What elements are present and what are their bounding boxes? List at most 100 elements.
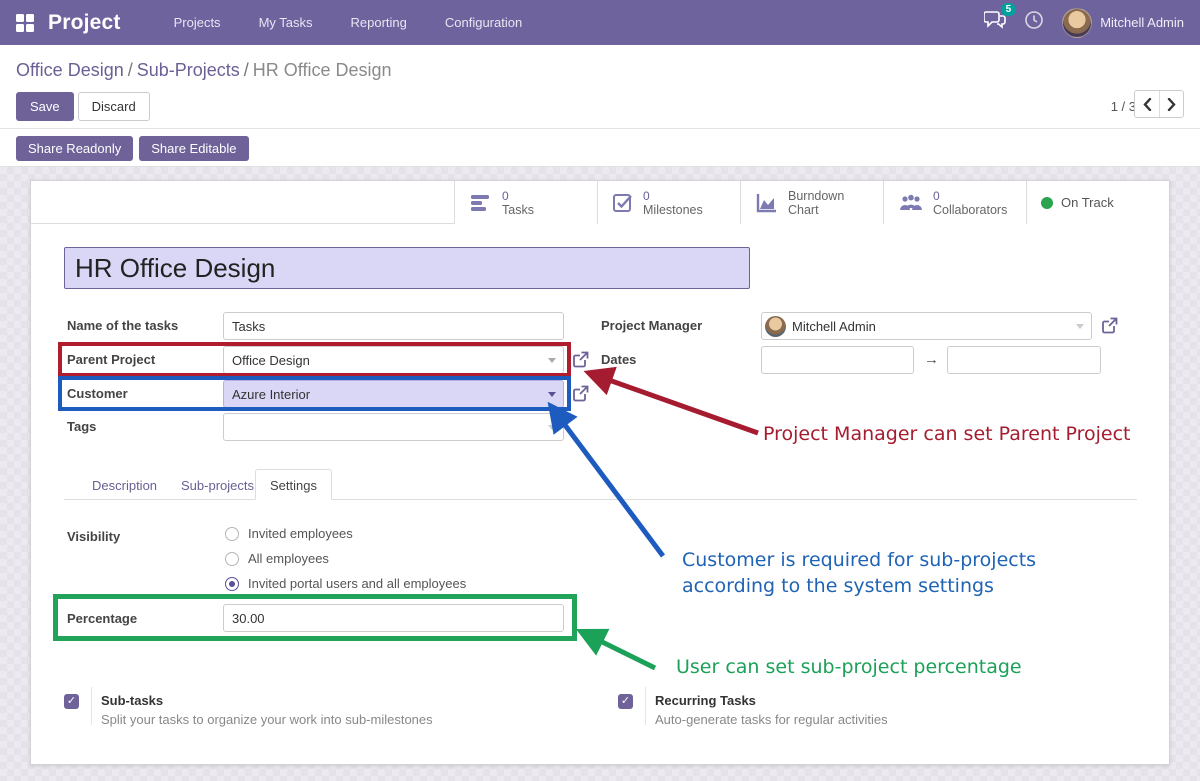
nav-item-projects[interactable]: Projects [159,9,236,36]
user-name: Mitchell Admin [1100,15,1184,30]
share-readonly-button[interactable]: Share Readonly [16,136,133,161]
tags-label: Tags [67,419,96,434]
sub-tasks-description: Split your tasks to organize your work i… [101,712,433,727]
breadcrumb-separator: / [128,60,133,80]
annotation-percentage: User can set sub-project percentage [676,656,1022,678]
project-manager-select[interactable] [761,312,1092,340]
nav-menu: Projects My Tasks Reporting Configuratio… [159,9,538,36]
messages-icon[interactable]: 5 [984,11,1006,34]
milestones-count: 0 [643,189,703,203]
collaborators-count: 0 [933,189,1007,203]
radio-label: All employees [248,551,329,566]
name-of-tasks-label: Name of the tasks [67,318,178,333]
sub-tasks-checkbox[interactable]: ✓ [64,694,79,709]
parent-project-value[interactable] [223,346,564,374]
page: Project Projects My Tasks Reporting Conf… [0,0,1200,781]
milestones-stat-button[interactable]: 0Milestones [597,181,740,224]
nav-item-my-tasks[interactable]: My Tasks [244,9,328,36]
radio-icon [225,552,239,566]
tab-settings[interactable]: Settings [255,469,332,500]
date-range-arrow: → [924,351,939,368]
radio-label: Invited employees [248,526,353,541]
parent-project-external-link-icon[interactable] [572,351,589,368]
user-avatar [1062,8,1092,38]
on-track-status-dot [1041,197,1053,209]
sub-tasks-title: Sub-tasks [101,693,163,708]
collaborators-label: Collaborators [933,203,1007,217]
share-button-row: Share Readonly Share Editable [0,130,1200,167]
activity-clock-icon[interactable] [1024,10,1044,35]
tasks-count: 0 [502,189,534,203]
user-menu[interactable]: Mitchell Admin [1062,8,1184,38]
breadcrumb-separator: / [244,60,249,80]
project-manager-avatar [765,316,786,337]
customer-label: Customer [67,386,128,401]
form-action-buttons: Save Discard [16,92,150,121]
on-track-label: On Track [1061,195,1114,210]
percentage-label: Percentage [67,611,137,626]
breadcrumb-current: HR Office Design [253,60,392,80]
customer-value[interactable] [223,380,564,408]
pager-counter: 1 / 3 [1111,99,1136,114]
project-manager-external-link-icon[interactable] [1101,317,1118,334]
end-date-input[interactable] [947,346,1101,374]
navbar: Project Projects My Tasks Reporting Conf… [0,0,1200,45]
save-button[interactable]: Save [16,92,74,121]
customer-external-link-icon[interactable] [572,385,589,402]
tasks-label: Tasks [502,203,534,217]
customer-select[interactable] [223,380,564,408]
nav-item-reporting[interactable]: Reporting [336,9,422,36]
visibility-label: Visibility [67,529,120,544]
apps-grid-icon[interactable] [16,14,34,32]
burndown-chart-icon [755,192,779,214]
collaborators-stat-button[interactable]: 0Collaborators [883,181,1026,224]
pager-buttons [1134,90,1184,118]
radio-icon [225,527,239,541]
breadcrumb-office-design[interactable]: Office Design [16,60,124,80]
project-name-input[interactable] [64,247,750,289]
burndown-chart-stat-button[interactable]: BurndownChart [740,181,883,224]
radio-invited-portal-users[interactable]: Invited portal users and all employees [225,576,466,591]
tab-description[interactable]: Description [78,470,171,501]
pager-previous-button[interactable] [1135,91,1159,117]
annotation-customer: Customer is required for sub-projects ac… [682,547,1122,599]
navbar-right: 5 Mitchell Admin [984,8,1184,38]
recurring-tasks-checkbox[interactable]: ✓ [618,694,633,709]
radio-invited-employees[interactable]: Invited employees [225,526,353,541]
control-panel: Office Design/Sub-Projects/HR Office Des… [0,45,1200,129]
message-count-badge: 5 [1001,3,1017,16]
name-of-tasks-input[interactable] [223,312,564,340]
recurring-tasks-description: Auto-generate tasks for regular activiti… [655,712,888,727]
share-editable-button[interactable]: Share Editable [139,136,248,161]
radio-all-employees[interactable]: All employees [225,551,329,566]
tags-select[interactable] [223,413,564,441]
project-manager-label: Project Manager [601,318,702,333]
parent-project-label: Parent Project [67,352,155,367]
divider [91,687,92,725]
tags-input[interactable] [223,413,564,441]
project-status-button[interactable]: On Track [1026,181,1169,224]
milestones-label: Milestones [643,203,703,217]
discard-button[interactable]: Discard [78,92,150,121]
radio-icon-checked [225,577,239,591]
pager-next-button[interactable] [1159,91,1183,117]
divider [645,687,646,725]
breadcrumb: Office Design/Sub-Projects/HR Office Des… [16,60,392,81]
burndown-label-line2: Chart [788,203,844,217]
radio-label: Invited portal users and all employees [248,576,466,591]
start-date-input[interactable] [761,346,914,374]
project-manager-value[interactable] [761,312,1092,340]
milestones-icon [612,192,634,214]
app-title[interactable]: Project [48,11,121,35]
tab-sub-projects[interactable]: Sub-projects [167,470,268,501]
annotation-parent-project: Project Manager can set Parent Project [763,423,1131,445]
tasks-icon [469,193,493,213]
recurring-tasks-title: Recurring Tasks [655,693,756,708]
percentage-input[interactable] [223,604,564,632]
collaborators-icon [898,193,924,213]
breadcrumb-sub-projects[interactable]: Sub-Projects [137,60,240,80]
nav-item-configuration[interactable]: Configuration [430,9,537,36]
parent-project-select[interactable] [223,346,564,374]
tasks-stat-button[interactable]: 0Tasks [454,181,597,224]
stat-button-row: 0Tasks 0Milestones BurndownChart 0Collab… [31,181,1169,224]
